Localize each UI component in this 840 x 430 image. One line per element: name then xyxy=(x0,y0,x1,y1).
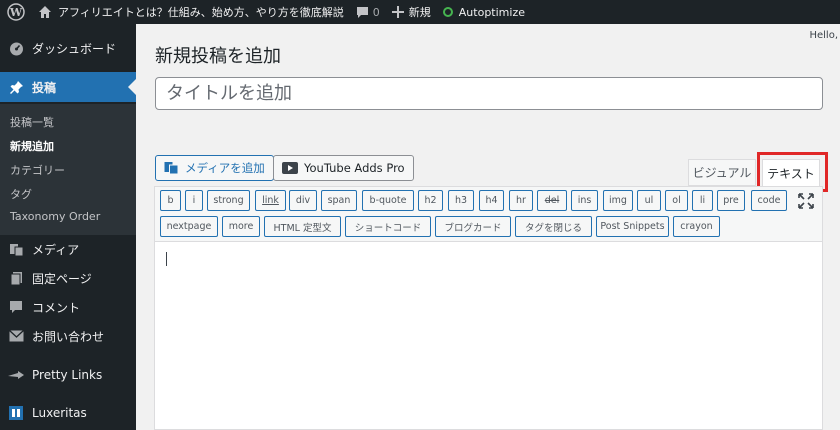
svg-text:W: W xyxy=(9,6,23,19)
tab-text-label: テキスト xyxy=(767,166,815,181)
qt-button[interactable]: タグを閉じる xyxy=(515,216,592,237)
qt-button[interactable]: pre xyxy=(717,190,745,211)
site-name-link[interactable]: アフィリエイトとは？仕組み、始め方、やり方を徹底解説 xyxy=(32,0,350,24)
admin-bar: W アフィリエイトとは？仕組み、始め方、やり方を徹底解説 0 新規 Autopt… xyxy=(0,0,840,24)
qt-button[interactable]: crayon xyxy=(673,216,720,237)
qt-button[interactable]: h4 xyxy=(479,190,504,211)
add-media-label: メディアを追加 xyxy=(185,161,265,175)
sidebar-item-comments[interactable]: コメント xyxy=(0,292,136,322)
qt-button[interactable]: div xyxy=(289,190,317,211)
qt-button[interactable]: hr xyxy=(509,190,533,211)
sidebar-item-contact[interactable]: お問い合わせ xyxy=(0,321,136,351)
submenu-taxonomy-order[interactable]: Taxonomy Order xyxy=(10,210,100,223)
sidebar-item-pages[interactable]: 固定ページ xyxy=(0,263,136,293)
dashboard-gauge-icon xyxy=(8,40,24,56)
media-icon xyxy=(164,162,179,175)
sidebar-item-dashboard[interactable]: ダッシュボード xyxy=(0,33,136,63)
status-circle-icon xyxy=(442,7,453,17)
comments-count: 0 xyxy=(372,5,380,19)
new-content-link[interactable]: 新規 xyxy=(386,0,437,24)
add-media-button[interactable]: メディアを追加 xyxy=(155,155,274,181)
sidebar-item-label: コメント xyxy=(32,300,81,315)
plus-icon xyxy=(391,6,404,18)
youtube-play-icon xyxy=(282,162,298,174)
sidebar-item-label: Pretty Links xyxy=(32,368,103,382)
envelope-icon xyxy=(8,328,24,344)
submenu-tags[interactable]: タグ xyxy=(10,186,32,202)
comment-icon xyxy=(356,6,368,18)
qt-button[interactable]: i xyxy=(185,190,203,211)
tab-visual-label: ビジュアル xyxy=(692,166,752,180)
qt-button[interactable]: nextpage xyxy=(160,216,218,237)
sidebar-item-label: ダッシュボード xyxy=(32,41,117,56)
pretty-links-icon xyxy=(8,367,24,383)
tab-text[interactable]: テキスト xyxy=(762,159,820,186)
site-title: アフィリエイトとは？仕組み、始め方、やり方を徹底解説 xyxy=(58,6,344,19)
media-icon xyxy=(8,241,24,257)
autoptimize-label: Autoptimize xyxy=(458,5,525,19)
qt-button[interactable]: b-quote xyxy=(362,190,414,211)
sidebar-item-luxeritas[interactable]: Luxeritas xyxy=(0,398,136,428)
qt-button[interactable]: li xyxy=(692,190,713,211)
sidebar-item-label: Luxeritas xyxy=(32,406,87,420)
wordpress-logo-icon[interactable]: W xyxy=(0,0,32,24)
text-cursor xyxy=(166,252,167,266)
sidebar-item-pretty-links[interactable]: Pretty Links xyxy=(0,360,136,390)
new-label: 新規 xyxy=(408,6,431,19)
qt-button[interactable]: Post Snippets xyxy=(596,216,669,237)
post-title-input[interactable] xyxy=(155,77,823,110)
youtube-adds-label: YouTube Adds Pro xyxy=(304,161,405,175)
qt-button[interactable]: ol xyxy=(665,190,688,211)
qt-button[interactable]: ショートコード xyxy=(345,216,431,237)
greeting: Hello, xyxy=(809,30,838,41)
qt-button[interactable]: strong xyxy=(207,190,250,211)
submenu-categories[interactable]: カテゴリー xyxy=(10,162,65,178)
qt-button[interactable]: b xyxy=(160,190,181,211)
sidebar-item-posts[interactable]: 投稿 xyxy=(0,72,136,102)
fullscreen-icon[interactable] xyxy=(798,193,814,209)
sidebar-item-label: 固定ページ xyxy=(32,271,92,286)
posts-submenu: 投稿一覧 新規追加 カテゴリー タグ Taxonomy Order xyxy=(0,104,136,235)
qt-button[interactable]: ブログカード xyxy=(435,216,511,237)
pin-icon xyxy=(8,79,24,95)
luxeritas-icon xyxy=(8,405,24,421)
qt-button[interactable]: link xyxy=(255,190,286,211)
submenu-all-posts[interactable]: 投稿一覧 xyxy=(10,114,54,130)
comments-link[interactable]: 0 xyxy=(350,0,386,24)
submenu-add-new[interactable]: 新規追加 xyxy=(10,138,54,154)
sidebar-item-label: 投稿 xyxy=(32,80,57,95)
sidebar-item-label: メディア xyxy=(32,242,80,257)
qt-button[interactable]: ins xyxy=(571,190,598,211)
pages-icon xyxy=(8,270,24,286)
youtube-adds-button[interactable]: YouTube Adds Pro xyxy=(273,155,414,181)
qt-button[interactable]: span xyxy=(321,190,357,211)
autoptimize-link[interactable]: Autoptimize xyxy=(437,0,531,24)
qt-button[interactable]: more xyxy=(222,216,260,237)
comment-icon xyxy=(8,299,24,315)
admin-sidebar: ダッシュボード 投稿 投稿一覧 新規追加 カテゴリー タグ Taxonomy O… xyxy=(0,24,136,430)
page-title: 新規投稿を追加 xyxy=(155,46,281,67)
qt-button[interactable]: del xyxy=(537,190,567,211)
home-icon xyxy=(39,6,51,18)
qt-button[interactable]: HTML 定型文 xyxy=(264,216,341,237)
qt-button[interactable]: code xyxy=(751,190,787,211)
qt-button[interactable]: h3 xyxy=(448,190,474,211)
qt-button[interactable]: ul xyxy=(637,190,661,211)
sidebar-item-media[interactable]: メディア xyxy=(0,234,136,264)
sidebar-item-label: お問い合わせ xyxy=(32,329,105,344)
qt-button[interactable]: img xyxy=(603,190,633,211)
qt-button[interactable]: h2 xyxy=(418,190,443,211)
tab-visual[interactable]: ビジュアル xyxy=(688,159,756,186)
content-textarea[interactable] xyxy=(154,241,823,430)
